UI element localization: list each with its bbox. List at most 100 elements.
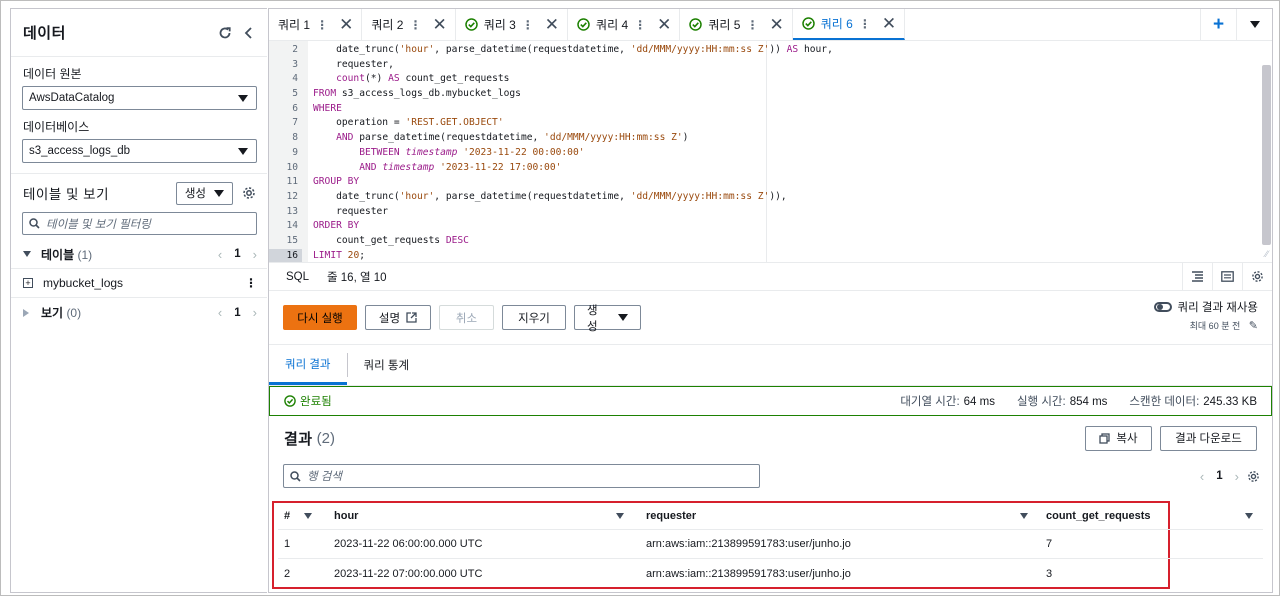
tab-query-results[interactable]: 쿼리 결과 — [269, 345, 347, 385]
tab-query-4[interactable]: 쿼리 4 ⋮ ✕ — [568, 9, 681, 40]
settings-gear-icon[interactable] — [237, 181, 261, 205]
close-icon[interactable]: ✕ — [432, 16, 446, 33]
chevron-right-icon[interactable]: › — [253, 247, 257, 262]
col-header-requester[interactable]: requester — [646, 510, 696, 522]
code-line[interactable]: 5 FROM s3_access_logs_db.mybucket_logs — [269, 87, 833, 102]
tab-menu-icon[interactable]: ⋮ — [522, 18, 534, 32]
close-icon[interactable]: ✕ — [882, 15, 896, 32]
chevron-left-icon[interactable]: ‹ — [218, 247, 222, 262]
col-header-hour[interactable]: hour — [334, 510, 358, 522]
code-line[interactable]: 3 requester, — [269, 58, 833, 73]
code-line[interactable]: 14 ORDER BY — [269, 219, 833, 234]
code-line[interactable]: 11 GROUP BY — [269, 175, 833, 190]
sql-editor[interactable]: 2 date_trunc('hour', parse_datetime(requ… — [269, 41, 1272, 263]
sort-caret-icon[interactable] — [304, 512, 313, 519]
refresh-icon[interactable] — [213, 21, 237, 45]
database-select[interactable]: s3_access_logs_db — [22, 139, 257, 163]
expand-plus-icon[interactable]: + — [23, 278, 33, 288]
tab-query-stats[interactable]: 쿼리 통계 — [348, 345, 426, 385]
chevron-left-icon[interactable]: ‹ — [1200, 469, 1204, 484]
code-line[interactable]: 12 date_trunc('hour', parse_datetime(req… — [269, 190, 833, 205]
close-icon[interactable]: ✕ — [339, 16, 353, 33]
tab-query-5[interactable]: 쿼리 5 ⋮ ✕ — [680, 9, 793, 40]
col-header-count[interactable]: count_get_requests — [1046, 510, 1151, 522]
resize-handle-icon[interactable]: ⁄⁄ — [1265, 249, 1268, 260]
row-search-input[interactable]: 행 검색 — [283, 464, 760, 488]
run-again-button[interactable]: 다시 실행 — [283, 305, 357, 330]
editor-scrollbar[interactable] — [1262, 65, 1271, 245]
close-icon[interactable]: ✕ — [545, 16, 559, 33]
code-line[interactable]: 4 count(*) AS count_get_requests — [269, 72, 833, 87]
code-text[interactable]: FROM s3_access_logs_db.mybucket_logs — [302, 87, 521, 102]
tables-filter-input[interactable]: 테이블 및 보기 필터링 — [22, 212, 257, 235]
more-actions-icon[interactable]: ⋮ — [245, 276, 257, 290]
keyboard-shortcuts-icon[interactable] — [1212, 262, 1242, 291]
views-page-number[interactable]: 1 — [234, 307, 240, 319]
editor-settings-gear-icon[interactable] — [1242, 262, 1272, 291]
code-line[interactable]: 8 AND parse_datetime(requestdatetime, 'd… — [269, 131, 833, 146]
code-line[interactable]: 15 count_get_requests DESC — [269, 234, 833, 249]
create-button[interactable]: 생성 — [574, 305, 641, 333]
code-line[interactable]: 6 WHERE — [269, 102, 833, 117]
code-lines[interactable]: 2 date_trunc('hour', parse_datetime(requ… — [269, 43, 833, 262]
edit-pencil-icon[interactable]: ✎ — [1249, 320, 1258, 332]
code-line[interactable]: 9 BETWEEN timestamp '2023-11-22 00:00:00… — [269, 146, 833, 161]
views-group-row[interactable]: 보기 (0) ‹ 1 › — [11, 298, 267, 327]
code-text[interactable]: count_get_requests DESC — [302, 234, 469, 249]
caret-expanded-icon[interactable] — [23, 251, 31, 257]
caret-collapsed-icon[interactable] — [23, 308, 29, 317]
code-text[interactable]: GROUP BY — [302, 175, 359, 190]
tab-query-3[interactable]: 쿼리 3 ⋮ ✕ — [456, 9, 569, 40]
code-text[interactable]: ORDER BY — [302, 219, 359, 234]
tab-query-6[interactable]: 쿼리 6 ⋮ ✕ — [792, 9, 906, 40]
create-dropdown-button[interactable]: 생성 — [175, 181, 233, 205]
chevron-right-icon[interactable]: › — [253, 305, 257, 320]
tab-query-1[interactable]: 쿼리 1 ⋮ ✕ — [269, 9, 363, 40]
data-source-select[interactable]: AwsDataCatalog — [22, 86, 257, 110]
collapse-panel-icon[interactable] — [237, 21, 261, 45]
close-icon[interactable]: ✕ — [657, 16, 671, 33]
code-text[interactable]: requester — [302, 205, 388, 220]
code-text[interactable]: AND parse_datetime(requestdatetime, 'dd/… — [302, 131, 688, 146]
sort-caret-icon[interactable] — [616, 512, 624, 519]
tab-menu-icon[interactable]: ⋮ — [409, 18, 421, 32]
tab-menu-icon[interactable]: ⋮ — [316, 18, 328, 32]
code-text[interactable]: count(*) AS count_get_requests — [302, 72, 509, 87]
tables-page-number[interactable]: 1 — [234, 248, 240, 260]
code-text[interactable]: WHERE — [302, 102, 342, 117]
table-item-row[interactable]: + mybucket_logs ⋮ — [11, 269, 267, 298]
code-line[interactable]: 10 AND timestamp '2023-11-22 17:00:00' — [269, 161, 833, 176]
sort-caret-icon[interactable] — [1020, 512, 1028, 519]
tabs-menu-caret-icon[interactable] — [1236, 8, 1272, 41]
clear-button[interactable]: 지우기 — [502, 305, 566, 330]
chevron-right-icon[interactable]: › — [1235, 469, 1239, 484]
tab-menu-icon[interactable]: ⋮ — [859, 17, 871, 31]
chevron-left-icon[interactable]: ‹ — [218, 305, 222, 320]
code-line[interactable]: 2 date_trunc('hour', parse_datetime(requ… — [269, 43, 833, 58]
tab-query-2[interactable]: 쿼리 2 ⋮ ✕ — [362, 9, 456, 40]
reuse-results-toggle[interactable] — [1153, 302, 1172, 312]
add-tab-icon[interactable]: + — [1200, 8, 1236, 41]
tables-group-row[interactable]: 테이블 (1) ‹ 1 › — [11, 240, 267, 269]
download-results-button[interactable]: 결과 다운로드 — [1160, 425, 1257, 451]
code-line[interactable]: 16 LIMIT 20; — [269, 248, 833, 262]
close-icon[interactable]: ✕ — [769, 16, 783, 33]
code-text[interactable]: LIMIT 20; — [302, 249, 365, 262]
tab-menu-icon[interactable]: ⋮ — [634, 18, 646, 32]
tab-menu-icon[interactable]: ⋮ — [746, 18, 758, 32]
format-query-icon[interactable] — [1182, 262, 1212, 291]
code-text[interactable]: BETWEEN timestamp '2023-11-22 00:00:00' — [302, 146, 584, 161]
cancel-button[interactable]: 취소 — [439, 305, 494, 330]
results-page-number[interactable]: 1 — [1216, 470, 1222, 482]
copy-button[interactable]: 복사 — [1085, 425, 1152, 451]
table-settings-gear-icon[interactable] — [1247, 470, 1260, 483]
code-line[interactable]: 13 requester — [269, 205, 833, 220]
explain-button[interactable]: 설명 — [365, 305, 431, 330]
code-text[interactable]: operation = 'REST.GET.OBJECT' — [302, 116, 504, 131]
code-line[interactable]: 7 operation = 'REST.GET.OBJECT' — [269, 116, 833, 131]
code-text[interactable]: requester, — [302, 58, 394, 73]
code-text[interactable]: date_trunc('hour', parse_datetime(reques… — [302, 190, 787, 205]
code-text[interactable]: date_trunc('hour', parse_datetime(reques… — [302, 43, 833, 58]
sort-caret-icon[interactable] — [1245, 512, 1253, 519]
code-text[interactable]: AND timestamp '2023-11-22 17:00:00' — [302, 161, 561, 176]
